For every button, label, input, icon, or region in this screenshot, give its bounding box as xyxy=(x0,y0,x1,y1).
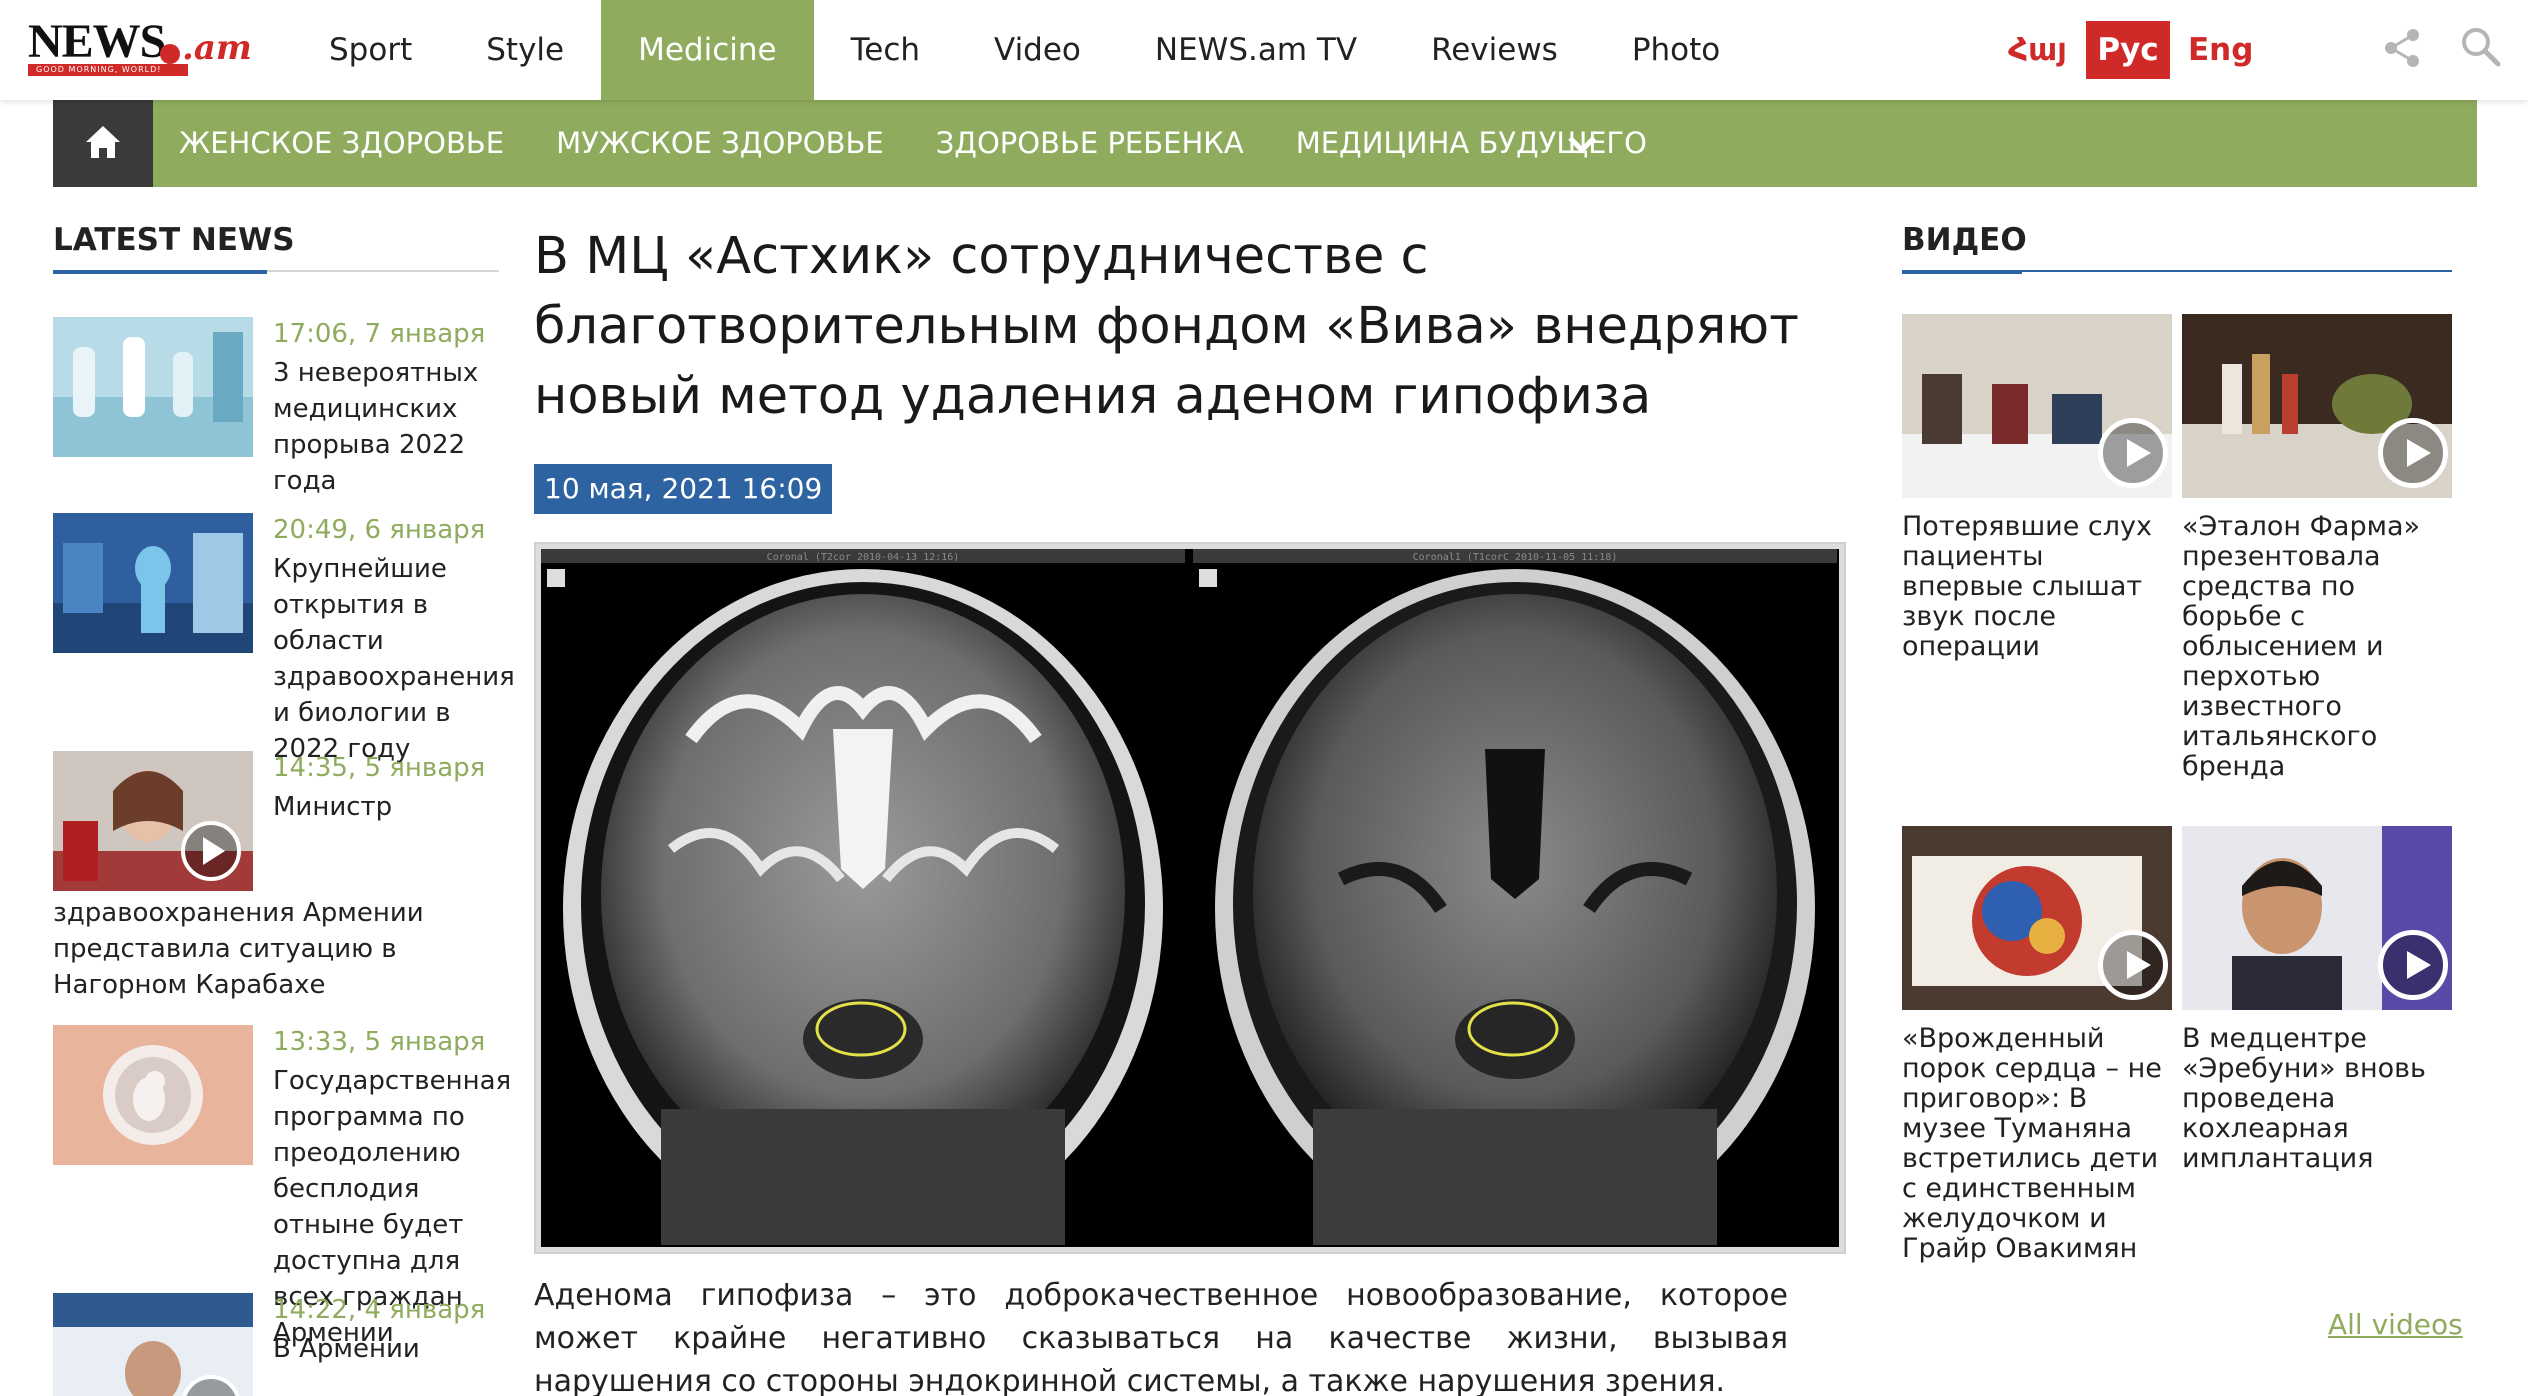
nav-item-tech[interactable]: Tech xyxy=(814,0,957,100)
nav-item-medicine[interactable]: Medicine xyxy=(601,0,814,100)
subnav-items: ЖЕНСКОЕ ЗДОРОВЬЕ МУЖСКОЕ ЗДОРОВЬЕ ЗДОРОВ… xyxy=(153,100,1673,187)
share-icon[interactable] xyxy=(2380,26,2424,70)
top-header: NEWS .am GOOD MORNING, WORLD! Sport Styl… xyxy=(0,0,2528,100)
nav-item-newsam-tv[interactable]: NEWS.am TV xyxy=(1118,0,1394,100)
news-time: 20:49, 6 января xyxy=(273,515,486,545)
nav-item-reviews[interactable]: Reviews xyxy=(1394,0,1595,100)
logo-dot-icon xyxy=(160,44,180,64)
article: В МЦ «Астхик» сотрудничестве с благотвор… xyxy=(534,222,1846,1396)
video-sidebar: ВИДЕО Потерявшие слух пациенты впервые с… xyxy=(1902,222,2452,1264)
video-thumbnail xyxy=(2182,826,2452,1010)
video-title: Потерявшие слух пациенты впервые слышат … xyxy=(1902,511,2152,662)
latest-news-title: LATEST NEWS xyxy=(53,222,499,274)
lang-armenian[interactable]: Հայ xyxy=(2008,21,2067,79)
news-title-rest: здравоохранения Армении представила ситу… xyxy=(53,898,424,1000)
lang-russian[interactable]: Рус xyxy=(2086,21,2170,79)
news-time: 14:22, 4 января xyxy=(273,1295,486,1325)
video-card[interactable]: В медцентре «Эребуни» вновь проведена ко… xyxy=(2182,826,2452,1174)
article-image: Coronal (T2cor 2010-04-13 12:16) Coronal… xyxy=(534,542,1846,1254)
news-title: Государственная xyxy=(273,1066,512,1096)
article-date: 10 мая, 2021 16:09 xyxy=(534,464,833,514)
news-title: Министр xyxy=(273,792,393,822)
play-icon xyxy=(2098,418,2168,488)
news-time: 14:35, 5 января xyxy=(273,753,486,783)
video-card[interactable]: «Эталон Фарма» презентовала средства по … xyxy=(2182,314,2452,782)
news-title: В Армении xyxy=(273,1334,420,1364)
logo-suffix: .am xyxy=(182,28,252,68)
subnav-item-child-health[interactable]: ЗДОРОВЬЕ РЕБЕНКА xyxy=(910,100,1270,187)
news-title: Крупнейшие xyxy=(273,554,447,584)
subnav-item-future-medicine[interactable]: МЕДИЦИНА БУДУЩЕГО xyxy=(1270,100,1673,187)
play-icon xyxy=(2378,930,2448,1000)
logo-brand: NEWS xyxy=(28,15,166,68)
news-thumbnail xyxy=(53,317,253,457)
news-title-rest: медицинских прорыва 2022 года xyxy=(273,394,466,496)
logo-tagline: GOOD MORNING, WORLD! xyxy=(28,64,188,76)
video-card[interactable]: «Врожденный порок сердца – не приговор»:… xyxy=(1902,826,2172,1264)
video-card[interactable]: Потерявшие слух пациенты впервые слышат … xyxy=(1902,314,2172,662)
mri-scan-image: Coronal (T2cor 2010-04-13 12:16) Coronal… xyxy=(541,549,1839,1247)
nav-item-sport[interactable]: Sport xyxy=(292,0,449,100)
nav-item-video[interactable]: Video xyxy=(957,0,1118,100)
news-item[interactable]: 14:35, 5 января Министр здравоохранения … xyxy=(53,751,499,1003)
main-nav: Sport Style Medicine Tech Video NEWS.am … xyxy=(292,0,1757,100)
play-icon xyxy=(2378,418,2448,488)
video-title: «Эталон Фарма» презентовала средства по … xyxy=(2182,511,2421,782)
video-title: «Врожденный порок сердца – не приговор»:… xyxy=(1902,1023,2162,1264)
home-button[interactable] xyxy=(53,100,153,187)
subnav-item-womens-health[interactable]: ЖЕНСКОЕ ЗДОРОВЬЕ xyxy=(153,100,530,187)
news-title: 3 невероятных xyxy=(273,358,479,388)
article-title: В МЦ «Астхик» сотрудничестве с благотвор… xyxy=(534,227,1799,426)
scan-label-right: Coronal1 (T1corC 2010-11-05 11:18) xyxy=(1413,552,1618,563)
news-item[interactable]: 20:49, 6 января Крупнейшие открытия в об… xyxy=(53,513,515,767)
news-thumbnail xyxy=(53,751,253,891)
news-time: 17:06, 7 января xyxy=(273,319,486,349)
video-thumbnail xyxy=(1902,826,2172,1010)
video-thumbnail xyxy=(2182,314,2452,498)
news-item[interactable]: 14:22, 4 января В Армении xyxy=(53,1293,499,1396)
news-thumbnail xyxy=(53,513,253,653)
news-item[interactable]: 17:06, 7 января 3 невероятных медицински… xyxy=(53,317,499,499)
all-videos-link[interactable]: All videos xyxy=(2328,1308,2463,1341)
news-thumbnail xyxy=(53,1293,253,1396)
news-thumbnail xyxy=(53,1025,253,1165)
chevron-down-icon[interactable] xyxy=(1560,122,1604,166)
section-subnav: ЖЕНСКОЕ ЗДОРОВЬЕ МУЖСКОЕ ЗДОРОВЬЕ ЗДОРОВ… xyxy=(53,100,2477,187)
home-icon xyxy=(86,126,120,158)
nav-item-photo[interactable]: Photo xyxy=(1595,0,1757,100)
article-lead: Аденома гипофиза – это доброкачественное… xyxy=(534,1278,1788,1396)
site-logo[interactable]: NEWS .am GOOD MORNING, WORLD! xyxy=(22,14,254,76)
video-title: В медцентре «Эребуни» вновь проведена ко… xyxy=(2182,1023,2426,1174)
news-time: 13:33, 5 января xyxy=(273,1027,486,1057)
video-thumbnail xyxy=(1902,314,2172,498)
search-icon[interactable] xyxy=(2458,24,2502,68)
news-title-rest: открытия в области здравоохранения и био… xyxy=(273,590,515,764)
scan-label-left: Coronal (T2cor 2010-04-13 12:16) xyxy=(767,552,960,563)
play-icon xyxy=(2098,930,2168,1000)
subnav-item-mens-health[interactable]: МУЖСКОЕ ЗДОРОВЬЕ xyxy=(530,100,910,187)
video-section-title: ВИДЕО xyxy=(1902,222,2452,274)
nav-item-style[interactable]: Style xyxy=(449,0,601,100)
lang-english[interactable]: Eng xyxy=(2188,21,2253,79)
latest-news: LATEST NEWS 17:06, 7 января 3 невероятны… xyxy=(53,222,515,1396)
